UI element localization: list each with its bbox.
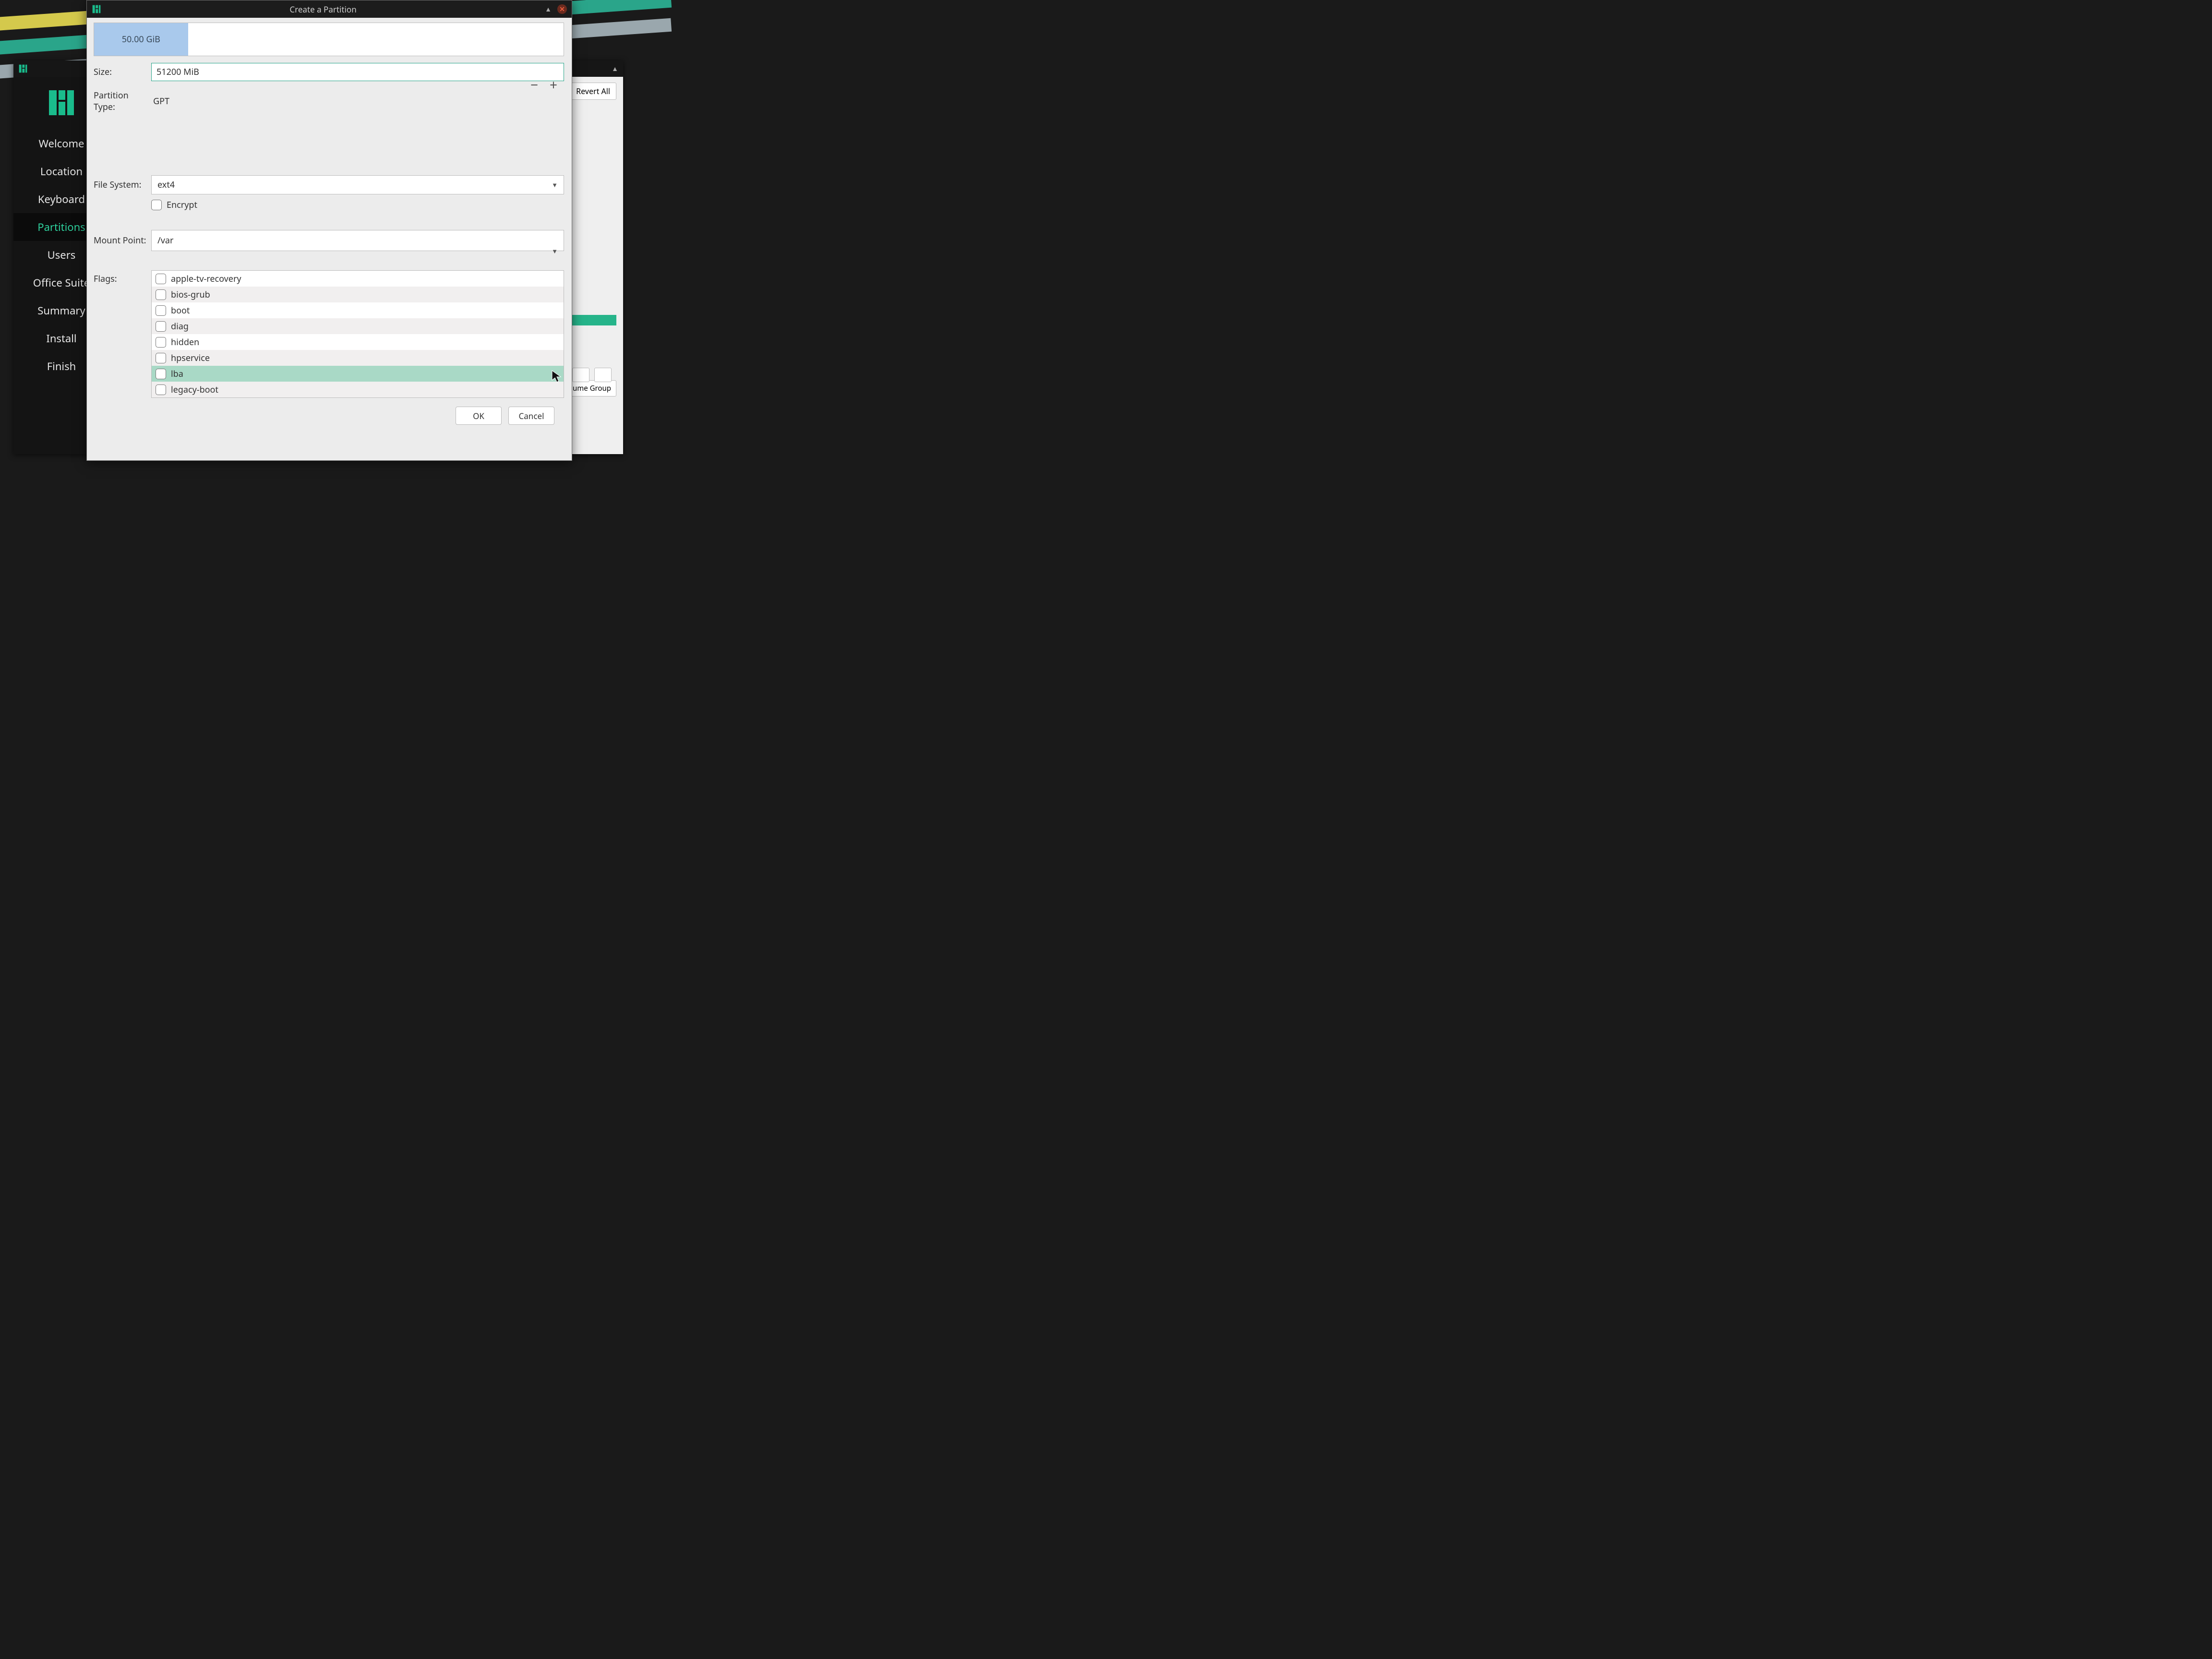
partition-segment: 50.00 GiB: [94, 23, 188, 56]
mountpoint-select[interactable]: /var ▼: [151, 230, 564, 251]
partition-segment-label: 50.00 GiB: [122, 34, 160, 45]
flag-label: hidden: [171, 337, 199, 348]
mountpoint-label: Mount Point:: [94, 235, 151, 246]
cancel-button[interactable]: Cancel: [508, 407, 554, 425]
flag-checkbox[interactable]: [156, 337, 166, 348]
chevron-down-icon: ▼: [552, 247, 558, 255]
flag-checkbox[interactable]: [156, 321, 166, 332]
flag-item-hpservice[interactable]: hpservice: [152, 350, 564, 366]
flag-item-legacy-boot[interactable]: legacy-boot: [152, 382, 564, 397]
manjaro-logo: [47, 88, 76, 117]
close-icon[interactable]: ✕: [557, 4, 567, 14]
size-increment-button[interactable]: +: [550, 80, 557, 90]
flag-label: boot: [171, 305, 190, 316]
filesystem-label: File System:: [94, 179, 151, 191]
chevron-down-icon: ▼: [552, 180, 558, 189]
flag-label: bios-grub: [171, 289, 210, 301]
flag-checkbox[interactable]: [156, 289, 166, 300]
flag-label: diag: [171, 321, 189, 332]
flag-item-bios-grub[interactable]: bios-grub: [152, 287, 564, 302]
encrypt-label: Encrypt: [167, 199, 197, 211]
flag-item-apple-tv-recovery[interactable]: apple-tv-recovery: [152, 271, 564, 287]
flag-item-diag[interactable]: diag: [152, 318, 564, 334]
flag-item-boot[interactable]: boot: [152, 302, 564, 318]
shade-icon[interactable]: ▲: [545, 5, 552, 14]
flag-item-hidden[interactable]: hidden: [152, 334, 564, 350]
filesystem-select[interactable]: ext4 ▼: [151, 175, 564, 194]
create-partition-dialog: Create a Partition ▲ ✕ 50.00 GiB Size: −…: [86, 0, 572, 461]
flags-label: Flags:: [94, 270, 151, 398]
encrypt-checkbox[interactable]: [151, 200, 162, 210]
flag-item-lba[interactable]: lba: [152, 366, 564, 382]
mountpoint-value: /var: [157, 235, 173, 246]
size-decrement-button[interactable]: −: [530, 80, 538, 90]
dialog-titlebar[interactable]: Create a Partition ▲ ✕: [87, 0, 572, 18]
size-label: Size:: [94, 66, 151, 78]
flag-label: lba: [171, 368, 183, 380]
small-button[interactable]: [572, 368, 589, 382]
partition-type-label: Partition Type:: [94, 90, 151, 113]
flag-checkbox[interactable]: [156, 369, 166, 379]
filesystem-value: ext4: [157, 179, 175, 191]
flags-list[interactable]: apple-tv-recovery bios-grub boot diag hidden…: [151, 270, 564, 398]
flag-label: hpservice: [171, 352, 210, 364]
partition-preview[interactable]: 50.00 GiB: [94, 23, 564, 56]
dialog-title: Create a Partition: [101, 4, 545, 15]
partition-edit-buttons: [572, 368, 612, 382]
partition-type-value: GPT: [153, 96, 169, 107]
manjaro-icon: [18, 64, 28, 73]
minimize-icon[interactable]: ▲: [612, 64, 618, 73]
flag-label: legacy-boot: [171, 384, 218, 396]
revert-all-button[interactable]: Revert All: [570, 83, 616, 100]
flag-checkbox[interactable]: [156, 353, 166, 363]
small-button[interactable]: [594, 368, 612, 382]
flag-label: apple-tv-recovery: [171, 273, 241, 285]
size-input[interactable]: [151, 63, 564, 81]
ok-button[interactable]: OK: [456, 407, 502, 425]
flag-checkbox[interactable]: [156, 274, 166, 284]
manjaro-icon: [92, 4, 101, 14]
flag-checkbox[interactable]: [156, 385, 166, 395]
flag-checkbox[interactable]: [156, 305, 166, 316]
